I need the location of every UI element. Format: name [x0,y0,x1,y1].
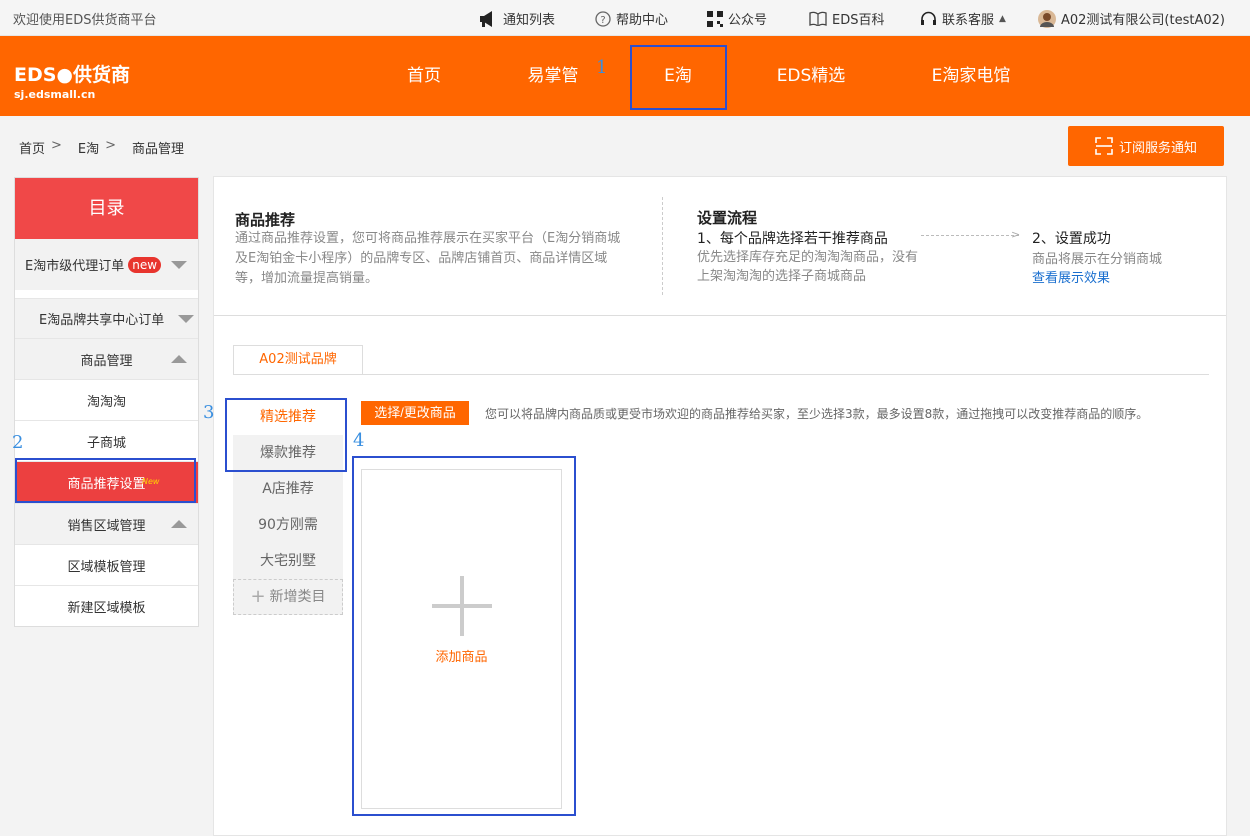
help-center-link[interactable]: ? 帮助中心 [595,9,668,28]
sidebar-item-label: 新建区域模板 [67,600,146,616]
headset-icon [921,11,936,25]
account-menu[interactable]: A02测试有限公司(testA02) [1038,9,1225,28]
category-a-store[interactable]: A店推荐 [233,471,343,507]
nav-eds-selected[interactable]: EDS精选 [765,36,857,116]
flow-title: 设置流程 [697,209,758,227]
customer-service-link[interactable]: 联系客服 ▲ [920,9,1006,28]
logo-title: EDS●供货商 [14,64,131,86]
wechat-account-label: 公众号 [728,13,768,28]
category-90sqm[interactable]: 90方刚需 [233,507,343,543]
sidebar-item-sales-region-management[interactable]: 销售区域管理 [15,503,198,544]
divider [214,315,1226,316]
eds-wiki-link[interactable]: EDS百科 [809,9,884,28]
plus-icon: + [250,586,266,607]
chevron-down-icon [171,260,187,269]
breadcrumb-separator: > [105,138,117,153]
customer-service-label: 联系客服 [942,13,995,28]
main-header: EDS●供货商 sj.edsmall.cn 首页 易掌管 E淘 EDS精选 E淘… [0,36,1250,116]
sidebar-item-label: 销售区域管理 [67,518,146,534]
new-badge: new [128,256,162,273]
sidebar-item-new-region-template[interactable]: 新建区域模板 [15,585,198,626]
nav-highlight-box [630,45,727,110]
nav-etao-appliance[interactable]: E淘家电馆 [922,36,1020,116]
sidebar-item-city-agent-orders[interactable]: E淘市级代理订单 new [15,239,198,290]
help-center-label: 帮助中心 [616,13,669,28]
sidebar-item-label: 淘淘淘 [86,394,126,410]
book-icon [809,11,827,26]
sidebar-highlight-box [15,458,196,503]
sidebar-item-label: 子商城 [86,435,126,451]
flow-step-2-description: 商品将展示在分销商城 [1032,252,1163,267]
flow-step-2: 2、设置成功 [1032,231,1111,247]
wechat-account-link[interactable]: 公众号 [707,9,767,28]
annotation-4: 4 [353,430,365,451]
chevron-down-icon [178,314,194,323]
notification-list-label: 通知列表 [503,13,556,28]
intro-title: 商品推荐 [235,211,296,229]
eds-wiki-label: EDS百科 [832,13,885,28]
megaphone-icon [480,10,492,27]
svg-text:?: ? [600,15,605,26]
breadcrumb-separator: > [51,138,62,153]
subscribe-notification-label: 订阅服务通知 [1118,139,1197,155]
annotation-1: 1 [596,57,608,78]
view-display-effect-link[interactable]: 查看展示效果 [1032,267,1110,286]
breadcrumb-current: 商品管理 [132,142,185,157]
intro-description: 通过商品推荐设置，您可将商品推荐展示在买家平台（E淘分销商城及E淘铂金卡小程序）… [235,231,621,286]
flow-step-1: 1、每个品牌选择若干推荐商品 [697,231,888,247]
sidebar-menu: 目录 E淘市级代理订单 new E淘品牌共享中心订单 商品管理 淘淘淘 子商城 … [14,177,199,627]
flow-step-1-description: 优先选择库存充足的淘淘淘商品，没有上架淘淘淘的选择子商城商品 [697,250,919,284]
nav-home[interactable]: 首页 [392,36,456,116]
breadcrumb-etao[interactable]: E淘 [78,138,99,157]
help-circle-icon: ? [595,10,611,27]
annotation-3: 3 [203,402,215,423]
sidebar-item-sub-mall[interactable]: 子商城 [15,420,198,461]
arrow-right-icon: > [1011,228,1021,241]
add-category-label: 新增类目 [269,589,326,605]
nav-yizhangguan[interactable]: 易掌管 [517,36,589,116]
notification-list-link[interactable]: 通知列表 [478,9,555,28]
sidebar-title: 目录 [15,178,198,239]
subscribe-notification-button[interactable]: 订阅服务通知 [1068,126,1224,166]
sidebar-item-label: 区域模板管理 [67,559,146,575]
logo-domain: sj.edsmall.cn [14,88,96,101]
sidebar-item-region-template-management[interactable]: 区域模板管理 [15,544,198,585]
breadcrumb-home[interactable]: 首页 [19,138,45,157]
account-name: A02测试有限公司(testA02) [1061,13,1225,28]
sidebar-item-brand-share-orders[interactable]: E淘品牌共享中心订单 [15,298,198,338]
caret-up-icon: ▲ [999,13,1006,24]
tab-brand[interactable]: A02测试品牌 [233,345,363,375]
flow-arrow [921,235,1019,236]
recommendation-hint: 您可以将品牌内商品质或更受市场欢迎的商品推荐给买家，至少选择3款，最多设置8款，… [485,407,1149,421]
breadcrumb: 首页 > E淘 > 商品管理 [19,138,184,157]
avatar [1038,9,1056,28]
product-card-highlight-box [352,456,576,816]
chevron-up-icon [171,520,187,528]
sidebar-item-label: E淘市级代理订单 [25,259,125,274]
sidebar-item-product-management[interactable]: 商品管理 [15,338,198,379]
sidebar-item-label: 商品管理 [80,353,133,369]
qr-code-icon [707,10,723,27]
welcome-text: 欢迎使用EDS供货商平台 [13,13,157,28]
tab-underline [233,374,1209,375]
category-villa[interactable]: 大宅别墅 [233,543,343,579]
scan-icon [1095,137,1113,155]
sidebar-item-taotaotao[interactable]: 淘淘淘 [15,379,198,420]
choose-product-button[interactable]: 选择/更改商品 [361,401,469,425]
annotation-2: 2 [12,432,24,453]
chevron-up-icon [171,355,187,363]
category-highlight-box [225,398,347,472]
sidebar-item-label: E淘品牌共享中心订单 [39,313,165,328]
eds-logo[interactable]: EDS●供货商 sj.edsmall.cn [14,60,130,101]
top-utility-bar: 欢迎使用EDS供货商平台 通知列表 ? 帮助中心 公众号 EDS百科 联系客服 … [0,0,1250,36]
section-divider [662,197,663,295]
add-category-button[interactable]: + 新增类目 [233,579,343,615]
